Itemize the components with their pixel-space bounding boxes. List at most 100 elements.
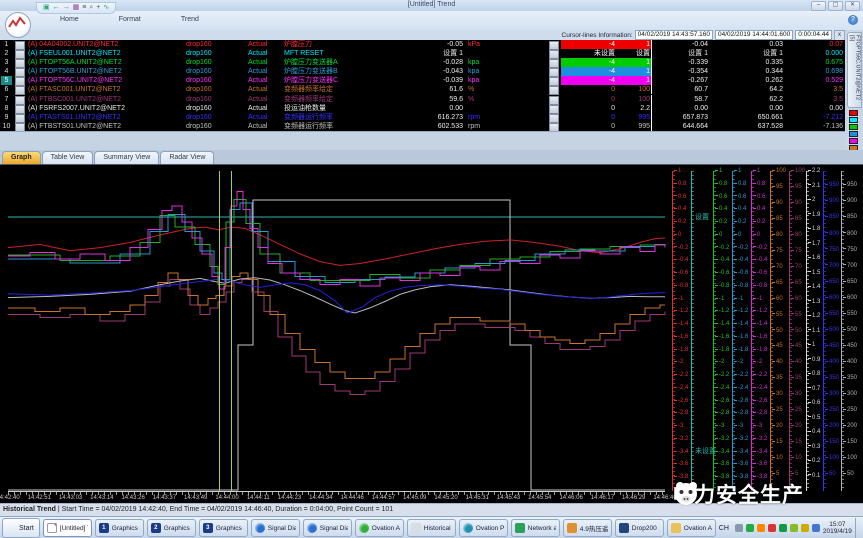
- zoom-icon[interactable]: ⌕: [89, 4, 93, 12]
- taskbar-item[interactable]: Ovation Poin...: [459, 519, 508, 537]
- list-icon[interactable]: ≡: [82, 4, 86, 12]
- trace-color-chip[interactable]: [849, 131, 858, 137]
- axis-tick-label: 350: [825, 375, 839, 381]
- taskbar-item[interactable]: 4.9热压遥...: [563, 519, 612, 537]
- table-row[interactable]: 10(A) FTBSTS01.UNIT2@NET2drop160Actual变频…: [0, 122, 845, 131]
- axis-tick-label: 400: [825, 359, 839, 365]
- minimize-button[interactable]: –: [811, 1, 826, 11]
- sparkline-icon[interactable]: ∿: [103, 4, 109, 12]
- trace-color-chip[interactable]: [849, 124, 858, 130]
- tray-icon[interactable]: [735, 524, 743, 532]
- range-min: -4: [609, 40, 615, 49]
- menu-format[interactable]: Format: [119, 16, 141, 23]
- taskbar-item[interactable]: 1Graphics - -...: [95, 519, 144, 537]
- signal-drop: drop160: [186, 104, 244, 113]
- table-row[interactable]: 4(A) FTOPT56B.UNIT2@NET2drop160Actual炉膛压…: [0, 67, 845, 76]
- taskbar-item[interactable]: Historical Re...: [407, 519, 456, 537]
- x-axis-time-label: 14:44:57: [372, 495, 395, 501]
- tray-icon[interactable]: [801, 524, 809, 532]
- taskbar-item[interactable]: Network and...: [511, 519, 560, 537]
- menu-home[interactable]: Home: [60, 16, 79, 23]
- cursor1-time-field[interactable]: 04/02/2019 14:43:57.160: [635, 30, 713, 40]
- tray-icon[interactable]: [790, 524, 798, 532]
- cursor2-value: 设置 1: [722, 49, 783, 58]
- cursor2-value: 62.2: [722, 95, 783, 104]
- axis-tick-label: 1.5: [808, 270, 820, 276]
- taskbar-item[interactable]: Drop200: [615, 519, 664, 537]
- axis-tick-label: 60: [791, 296, 802, 302]
- taskbar-clock[interactable]: 15:072019/4/19: [823, 521, 852, 535]
- axis-tick-label: 0.6: [753, 194, 765, 200]
- tray-icon[interactable]: [746, 524, 754, 532]
- menu-trend[interactable]: Trend: [181, 16, 199, 23]
- trend-chart-icon[interactable]: ▣: [43, 4, 50, 12]
- axis-tick-label: -3.4: [674, 449, 688, 455]
- table-row[interactable]: 6(A) FTASC001.UNIT2@NET2drop160Actual变频器…: [0, 85, 845, 94]
- tab-radar-view[interactable]: Radar View: [160, 151, 214, 164]
- help-icon[interactable]: ?: [848, 15, 858, 25]
- table-row[interactable]: 8(A) FSRFS2007.UNIT2@NET2drop160Actual投运…: [0, 104, 845, 113]
- trace-color-chip[interactable]: [849, 117, 858, 123]
- axis-tick-label: 200: [843, 423, 857, 429]
- axis-tick-label: 0: [734, 232, 741, 238]
- table-row[interactable]: 3(A) FTOPT56A.UNIT2@NET2drop160Actual炉膛压…: [0, 58, 845, 67]
- taskbar-item[interactable]: Signal Diagra...: [303, 519, 352, 537]
- tab-summary-view[interactable]: Summary View: [94, 151, 159, 164]
- add-icon[interactable]: +: [96, 4, 100, 12]
- table-row[interactable]: 5(A) FTOPT56C.UNIT2@NET2drop160Actual炉膛压…: [0, 76, 845, 85]
- export-window-icon[interactable]: ▦: [73, 4, 80, 12]
- taskbar-item[interactable]: [Untitled] T...: [43, 519, 92, 537]
- trace-color-chip[interactable]: [849, 138, 858, 144]
- signal-mode: Actual: [248, 95, 282, 104]
- axis-tick-label: 0.6: [808, 400, 820, 406]
- taskbar-item[interactable]: Ovation App...: [667, 519, 716, 537]
- trend-graph[interactable]: 电力安全生产 10.80.60.40.20-0.2-0.4-0.6-0.8-1-…: [0, 164, 863, 504]
- table-row[interactable]: 2(A) FSEUL001.UNIT2@NET2drop160ActualMFT…: [0, 49, 845, 58]
- cursor-line-2[interactable]: [231, 171, 232, 491]
- tray-icon[interactable]: [779, 524, 787, 532]
- tray-icon[interactable]: [768, 524, 776, 532]
- tab-graph[interactable]: Graph: [2, 151, 41, 164]
- taskbar-item[interactable]: 2Graphics - -...: [147, 519, 196, 537]
- y-axis-ticks-digital: [692, 171, 694, 491]
- tray-icon[interactable]: [757, 524, 765, 532]
- cursor2-time-field[interactable]: 04/02/2019 14:44:01.600: [715, 30, 793, 40]
- tab-table-view[interactable]: Table View: [42, 151, 94, 164]
- table-scroll-strip[interactable]: [0, 131, 845, 151]
- table-row[interactable]: 7(A) FTBSC001.UNIT2@NET2drop160Actual变频器…: [0, 95, 845, 104]
- back-arrow-icon[interactable]: ←: [53, 4, 60, 12]
- clock-date: 2019/4/19: [823, 528, 852, 535]
- axis-tick-label: 300: [843, 391, 857, 397]
- taskbar-item[interactable]: Signal Diagra...: [251, 519, 300, 537]
- view-tabs: GraphTable ViewSummary ViewRadar View: [0, 150, 863, 164]
- app-logo-icon[interactable]: [5, 12, 31, 38]
- x-axis-time-label: 14:42:51: [28, 495, 51, 501]
- start-button[interactable]: Start: [2, 518, 40, 538]
- cursor-delta-field[interactable]: 0:00:04.44: [795, 30, 832, 40]
- cursor-info-close-icon[interactable]: x: [834, 30, 845, 41]
- axis-tick-label: 25: [772, 407, 783, 413]
- axis-tick-label: 90: [772, 200, 783, 206]
- axis-tick-label: 100: [791, 168, 805, 174]
- tray-icon[interactable]: [812, 524, 820, 532]
- axis-tick-label: -0.2: [715, 245, 729, 251]
- axis-tick-label: 45: [772, 343, 783, 349]
- taskbar-item[interactable]: Ovation Alar...: [355, 519, 404, 537]
- axis-tick-label: 700: [825, 263, 839, 269]
- maximize-button[interactable]: ▢: [828, 1, 843, 11]
- taskbar-item[interactable]: 3Graphics - -...: [199, 519, 248, 537]
- g2-icon: 2: [151, 523, 161, 533]
- table-row[interactable]: 1(A) 04A04002.UNIT2@NET2drop160Actual炉膛压…: [0, 40, 845, 49]
- axis-tick-label: 20: [772, 423, 783, 429]
- show-desktop-button[interactable]: [855, 518, 862, 538]
- axis-tick-label: -1.8: [674, 347, 688, 353]
- taskbar-item-label: Graphics - -...: [216, 525, 244, 532]
- table-row[interactable]: 9(A) FTASTS01.UNIT2@NET2drop160Actual变频器…: [0, 113, 845, 122]
- language-indicator[interactable]: CH: [716, 524, 732, 533]
- selected-signal-vertical-tab[interactable]: FTOPT56C.UNIT2@NET2 [5]: [847, 32, 862, 108]
- forward-arrow-icon[interactable]: →: [63, 4, 70, 12]
- x-axis-time-label: 14:46:17: [591, 495, 614, 501]
- cursor-line-1[interactable]: [219, 171, 220, 491]
- trace-color-chip[interactable]: [849, 110, 858, 116]
- close-button[interactable]: ✕: [845, 1, 860, 11]
